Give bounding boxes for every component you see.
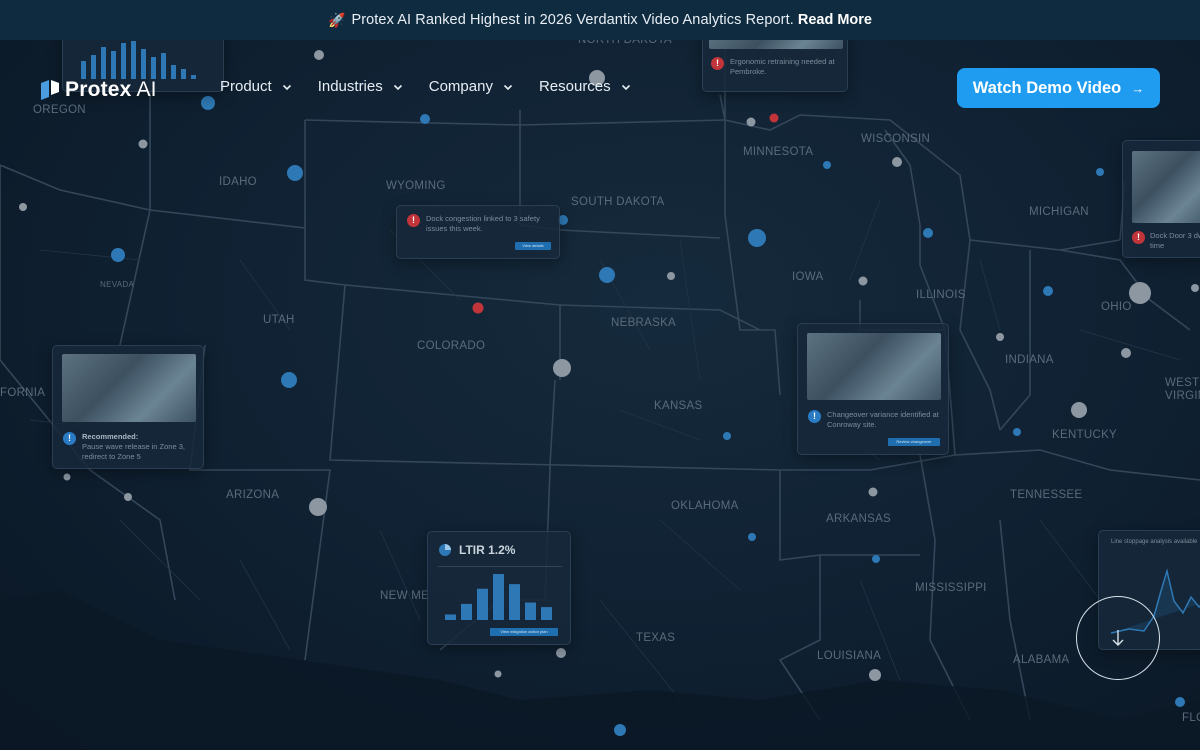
state-label: FLO — [1182, 712, 1200, 724]
state-label: WEST VIRGINIA — [1165, 377, 1200, 402]
chevron-down-icon — [503, 84, 513, 90]
mitigation-plan-button[interactable]: View mitigation action plan — [490, 628, 558, 636]
card-title: Recommended: — [82, 432, 139, 441]
state-label: TEXAS — [636, 632, 676, 644]
state-label: NEBRASKA — [611, 317, 677, 329]
brand-suffix: AI — [131, 78, 157, 101]
main-nav: Product Industries Company Resources — [220, 78, 657, 95]
state-label: KENTUCKY — [1052, 429, 1118, 441]
alert-icon: ! — [711, 57, 724, 70]
state-label: ALABAMA — [1013, 654, 1070, 666]
state-label: IOWA — [792, 271, 824, 283]
info-icon: ! — [808, 410, 821, 423]
chevron-down-icon — [393, 84, 402, 90]
review-changeover-button[interactable]: Review changeover — [888, 438, 940, 446]
nav-item-label: Product — [220, 78, 272, 95]
arrow-right-icon: → — [1131, 80, 1145, 96]
announcement-bar: 🚀 Protex AI Ranked Highest in 2026 Verda… — [0, 0, 1200, 40]
card-dock-congestion: ! Dock congestion linked to 3 safety iss… — [396, 205, 560, 259]
brand-name: Protex — [65, 78, 132, 101]
state-label: OKLAHOMA — [671, 500, 739, 512]
ltir-bar — [509, 584, 520, 620]
state-label: NEVADA — [100, 280, 135, 289]
ltir-bar — [461, 603, 472, 620]
announcement-text: Protex AI Ranked Highest in 2026 Verdant… — [351, 12, 794, 28]
read-more-link[interactable]: Read More — [798, 12, 872, 28]
scroll-down-button[interactable] — [1076, 596, 1160, 680]
watch-demo-button[interactable]: Watch Demo Video → — [957, 68, 1160, 108]
state-label: ILLINOIS — [916, 289, 966, 301]
alert-icon: ! — [407, 214, 420, 227]
card-text: Ergonomic retraining needed at Pembroke. — [730, 57, 835, 76]
state-label: COLORADO — [417, 340, 486, 352]
hero: 🚀 Protex AI Ranked Highest in 2026 Verda… — [0, 0, 1200, 750]
chevron-down-icon — [621, 84, 630, 90]
state-label: KANSAS — [654, 400, 703, 412]
nav-item-label: Resources — [538, 78, 611, 95]
nav-item-label: Company — [428, 78, 493, 95]
ltir-bar — [493, 574, 504, 620]
state-label: TENNESSEE — [1010, 489, 1083, 501]
state-label: ARKANSAS — [826, 513, 892, 525]
nav-item-industries[interactable]: Industries — [318, 78, 403, 95]
camera-thumbnail — [62, 354, 196, 422]
camera-thumbnail — [807, 333, 941, 400]
card-changeover: ! Changeover variance identified at Conr… — [797, 323, 949, 455]
protex-logo-icon — [41, 80, 59, 100]
card-text: Dock congestion linked to 3 safety issue… — [426, 214, 540, 233]
protex-logo[interactable]: Protex AI — [40, 78, 157, 102]
alert-icon: ! — [1132, 231, 1145, 244]
ltir-bar — [525, 602, 536, 620]
card-text: Changeover variance identified at Conrow… — [827, 410, 939, 429]
nav-item-company[interactable]: Company — [429, 78, 513, 95]
card-recommended: ! Recommended: Pause wave release in Zone… — [52, 345, 204, 469]
ltir-bar — [541, 607, 552, 620]
card-text: Dock Door 3 dwell time — [1150, 231, 1200, 250]
rocket-icon: 🚀 — [328, 11, 346, 28]
state-label: OREGON — [33, 104, 86, 116]
state-label: ARIZONA — [226, 489, 280, 501]
state-label: MINNESOTA — [743, 146, 814, 158]
view-details-button[interactable]: View details — [515, 242, 551, 250]
chevron-down-icon — [282, 84, 291, 90]
state-label: SOUTH DAKOTA — [571, 196, 665, 208]
info-icon: ! — [63, 432, 76, 445]
arrow-down-icon — [1112, 630, 1124, 646]
state-label: WISCONSIN — [861, 133, 931, 145]
state-label: MISSISSIPPI — [915, 582, 987, 594]
state-label: MICHIGAN — [1029, 206, 1089, 218]
camera-thumbnail — [1132, 151, 1200, 223]
state-label: LOUISIANA — [817, 650, 882, 662]
card-dock-door: ! Dock Door 3 dwell time — [1122, 140, 1200, 258]
ltir-bar — [477, 588, 488, 620]
state-label: NEW ME — [380, 590, 430, 602]
watch-demo-label: Watch Demo Video — [972, 78, 1122, 97]
state-label: OHIO — [1101, 301, 1132, 313]
state-label: IDAHO — [219, 176, 257, 188]
card-text: Pause wave release in Zone 3, redirect t… — [82, 441, 185, 461]
nav-item-label: Industries — [317, 78, 383, 95]
state-label: UTAH — [263, 314, 295, 326]
nav-item-resources[interactable]: Resources — [539, 78, 631, 95]
us-map: NORTH DAKOTA OREGON IDAHO WYOMING SOUTH … — [0, 20, 1200, 750]
card-ltir: LTIR 1.2% View mitigation action plan — [427, 531, 571, 645]
ltir-bar — [445, 614, 456, 620]
state-label: FORNIA — [0, 387, 46, 399]
state-label: WYOMING — [386, 180, 446, 192]
state-label: INDIANA — [1005, 354, 1054, 366]
nav-item-product[interactable]: Product — [220, 78, 292, 95]
